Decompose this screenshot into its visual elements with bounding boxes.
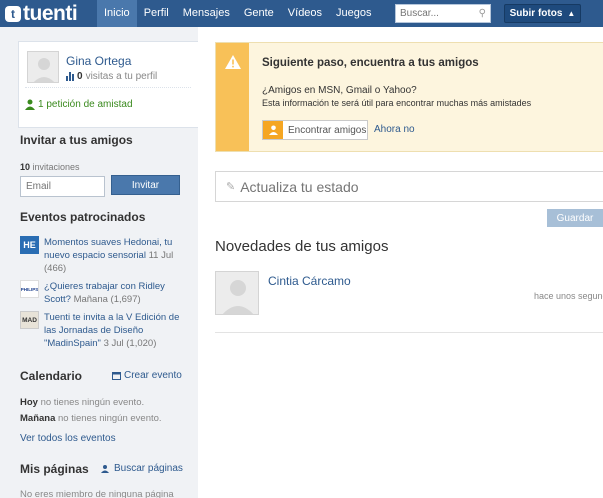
invite-button[interactable]: Invitar <box>111 175 180 195</box>
news-title: Novedades de tus amigos <box>215 238 389 255</box>
pages-empty-text: No eres miembro de ninguna página <box>20 489 174 498</box>
tuenti-logo[interactable]: t tuenti <box>5 2 78 25</box>
events-title: Eventos patrocinados <box>20 210 146 224</box>
invite-title: Invitar a tus amigos <box>20 133 133 147</box>
logo-badge: t <box>5 6 21 22</box>
status-input[interactable] <box>240 178 581 195</box>
pages-title: Mis páginas <box>20 462 89 476</box>
today-text: no tienes ningún evento. <box>40 397 145 408</box>
upload-photos-button[interactable]: Subir fotos ▲ <box>504 4 581 23</box>
event-date: Mañana (1,697) <box>73 294 141 305</box>
event-item[interactable]: PHILIPS ¿Quieres trabajar con Ridley Sco… <box>20 280 185 306</box>
nav-gente[interactable]: Gente <box>237 0 281 27</box>
nav-mensajes[interactable]: Mensajes <box>176 0 237 27</box>
event-date: 3 Jul (1,020) <box>103 338 157 349</box>
not-now-link[interactable]: Ahora no <box>374 124 415 135</box>
all-events-link[interactable]: Ver todos los eventos <box>20 433 116 444</box>
top-bar: t tuenti Inicio Perfil Mensajes Gente Ví… <box>0 0 603 27</box>
find-friends-button[interactable]: Encontrar amigos <box>262 120 368 140</box>
calendar-title: Calendario <box>20 369 83 383</box>
alert-title: Siguiente paso, encuentra a tus amigos <box>262 57 479 69</box>
alert-accent-bar <box>216 43 249 151</box>
email-field[interactable] <box>20 176 105 197</box>
upload-arrow-icon: ▲ <box>567 9 576 18</box>
madinspain-logo-icon: MAD <box>20 311 39 329</box>
status-box: ✎ <box>215 171 603 202</box>
event-item[interactable]: MAD Tuenti te invita a la V Edición de l… <box>20 311 185 350</box>
person-icon <box>25 99 35 110</box>
news-time: hace unos segundos <box>534 291 603 301</box>
calendar-tomorrow: Mañana no tienes ningún evento. <box>20 413 162 424</box>
logo-text: tuenti <box>23 2 78 25</box>
news-author[interactable]: Cintia Cárcamo <box>268 274 351 288</box>
tomorrow-text: no tienes ningún evento. <box>58 413 162 424</box>
friend-request-text: 1 petición de amistad <box>38 99 133 110</box>
nav-perfil[interactable]: Perfil <box>137 0 176 27</box>
profile-card: Gina Ortega 0 visitas a tu perfil 1 peti… <box>18 41 198 128</box>
search-pages-link[interactable]: Buscar páginas <box>101 463 183 474</box>
find-friends-alert: Siguiente paso, encuentra a tus amigos ¿… <box>215 42 603 152</box>
philips-logo-icon: PHILIPS <box>20 280 39 298</box>
alert-question: ¿Amigos en MSN, Gmail o Yahoo? <box>262 85 417 96</box>
people-search-icon <box>101 464 109 473</box>
search-box: ⚲ <box>395 4 491 23</box>
today-label: Hoy <box>20 397 38 408</box>
create-event-label: Crear evento <box>124 370 182 381</box>
nav-juegos[interactable]: Juegos <box>329 0 378 27</box>
stats-bars-icon <box>66 72 74 81</box>
sidebar: Gina Ortega 0 visitas a tu perfil 1 peti… <box>0 27 198 498</box>
nav-inicio[interactable]: Inicio <box>97 0 137 27</box>
tomorrow-label: Mañana <box>20 413 56 424</box>
search-pages-label: Buscar páginas <box>114 463 183 474</box>
visits-count: 0 <box>77 71 83 82</box>
alert-description: Esta información te será útil para encon… <box>262 98 532 108</box>
search-input[interactable] <box>396 5 474 22</box>
pencil-icon: ✎ <box>226 181 236 193</box>
invite-count: 10 invitaciones <box>20 162 80 172</box>
news-item: Cintia Cárcamo hace unos segundos <box>215 271 603 333</box>
avatar[interactable] <box>215 271 259 315</box>
profile-visits: 0 visitas a tu perfil <box>66 71 157 82</box>
nav-videos[interactable]: Vídeos <box>281 0 329 27</box>
find-friends-label: Encontrar amigos <box>288 124 367 136</box>
invite-count-number: 10 <box>20 162 31 172</box>
main-nav: Inicio Perfil Mensajes Gente Vídeos Jueg… <box>97 0 379 27</box>
hedonai-logo-icon: HE <box>20 236 39 254</box>
invite-count-text: invitaciones <box>32 162 80 172</box>
avatar[interactable] <box>27 51 59 83</box>
upload-photos-label: Subir fotos <box>509 8 563 19</box>
create-event-link[interactable]: Crear evento <box>112 370 182 381</box>
calendar-today: Hoy no tienes ningún evento. <box>20 397 144 408</box>
visits-text: visitas a tu perfil <box>85 71 158 82</box>
save-status-button[interactable]: Guardar <box>547 209 603 227</box>
friend-request-link[interactable]: 1 petición de amistad <box>25 87 191 110</box>
profile-name[interactable]: Gina Ortega <box>66 54 131 68</box>
event-item[interactable]: HE Momentos suaves Hedonai, tu nuevo esp… <box>20 236 185 275</box>
warning-icon <box>225 55 241 69</box>
person-icon <box>263 121 283 139</box>
calendar-icon <box>112 372 121 380</box>
search-icon[interactable]: ⚲ <box>479 8 486 19</box>
